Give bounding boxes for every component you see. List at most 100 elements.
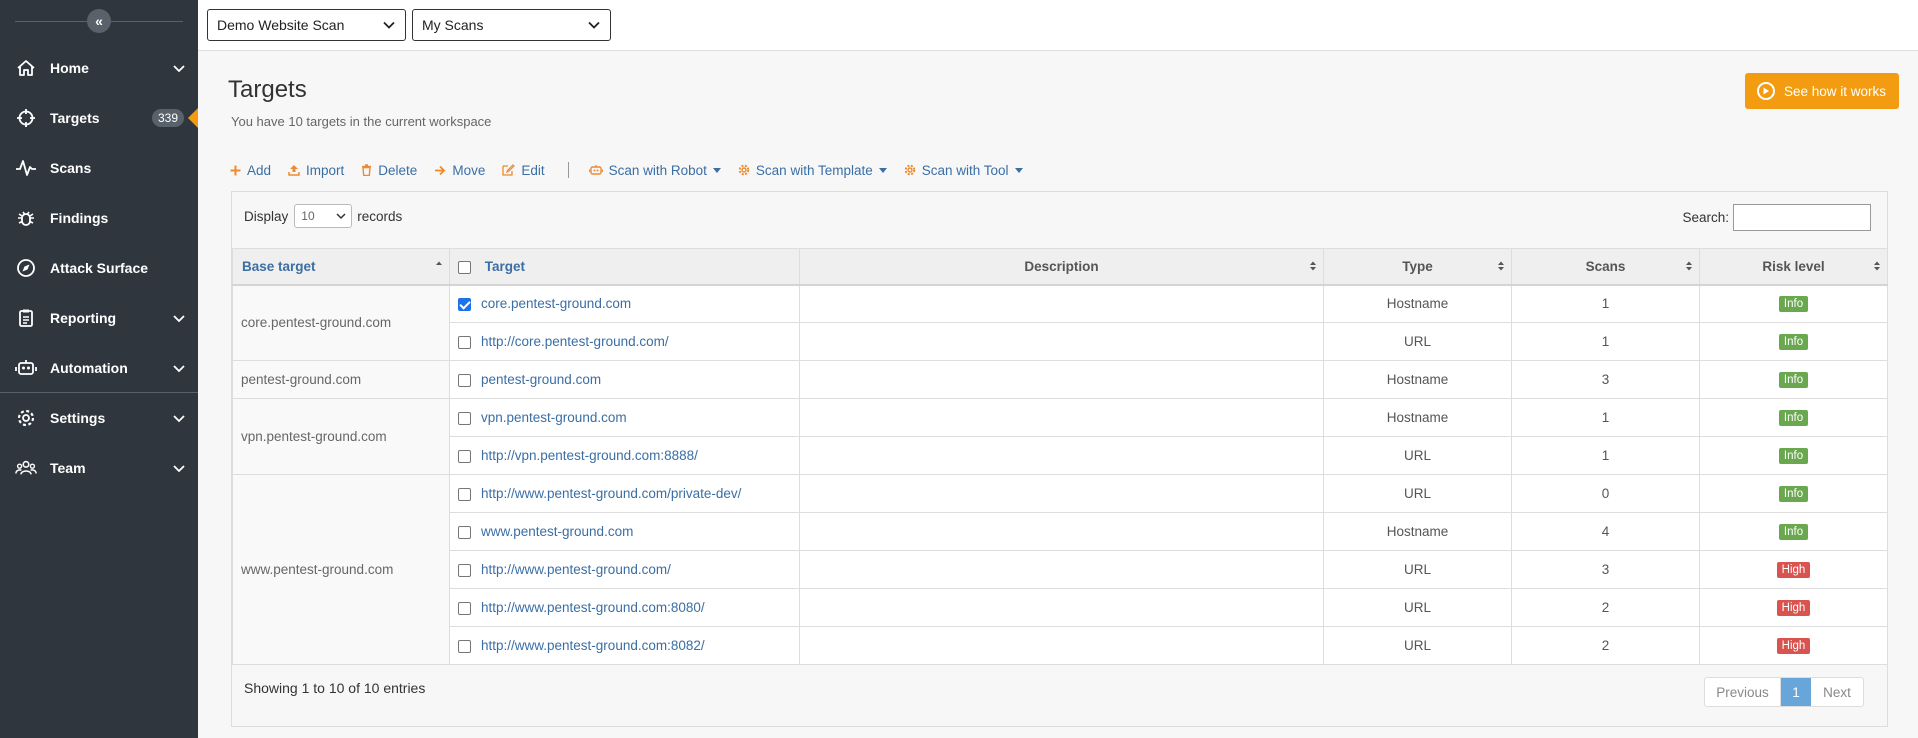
scan-with-template-label: Scan with Template bbox=[755, 162, 873, 178]
page-length-value: 10 bbox=[301, 209, 315, 223]
description-cell bbox=[799, 284, 1324, 323]
sidebar-item-targets[interactable]: Targets 339 bbox=[0, 98, 198, 138]
row-checkbox[interactable] bbox=[458, 298, 471, 312]
row-checkbox[interactable] bbox=[458, 335, 471, 349]
scans-cell: 3 bbox=[1511, 360, 1700, 399]
row-checkbox[interactable] bbox=[458, 487, 471, 501]
sidebar-item-attack-surface[interactable]: Attack Surface bbox=[0, 248, 198, 288]
sidebar-item-automation[interactable]: Automation bbox=[0, 348, 198, 388]
base-target-cell: core.pentest-ground.com bbox=[232, 284, 450, 361]
target-link[interactable]: pentest-ground.com bbox=[481, 372, 601, 387]
table-search: Search: bbox=[1682, 204, 1871, 231]
column-header-scans[interactable]: Scans bbox=[1511, 248, 1700, 286]
target-link[interactable]: http://www.pentest-ground.com:8082/ bbox=[481, 638, 705, 653]
edit-icon bbox=[502, 164, 516, 176]
sidebar-item-findings[interactable]: Findings bbox=[0, 198, 198, 238]
scan-with-robot-dropdown[interactable]: Scan with Robot bbox=[588, 162, 721, 178]
risk-badge: High bbox=[1776, 600, 1811, 616]
sidebar-item-home[interactable]: Home bbox=[0, 48, 198, 88]
targets-table-body: core.pentest-ground.com core.pentest-gro… bbox=[232, 284, 1888, 665]
gear-icon bbox=[738, 164, 750, 176]
description-cell bbox=[799, 436, 1324, 475]
sidebar-item-team[interactable]: Team bbox=[0, 448, 198, 488]
column-header-label: Type bbox=[1402, 258, 1433, 274]
next-page-button[interactable]: Next bbox=[1811, 678, 1863, 706]
target-link[interactable]: http://vpn.pentest-ground.com:8888/ bbox=[481, 448, 698, 463]
target-link[interactable]: http://www.pentest-ground.com:8080/ bbox=[481, 600, 705, 615]
edit-button[interactable]: Edit bbox=[502, 162, 545, 178]
add-button[interactable]: Add bbox=[230, 163, 271, 178]
table-row: vpn.pentest-ground.com vpn.pentest-groun… bbox=[232, 398, 1888, 475]
description-cell bbox=[799, 550, 1324, 589]
select-all-checkbox[interactable] bbox=[458, 260, 471, 274]
risk-badge: Info bbox=[1778, 410, 1809, 426]
target-link[interactable]: core.pentest-ground.com bbox=[481, 296, 631, 311]
chevron-down-icon bbox=[173, 365, 185, 373]
row-checkbox[interactable] bbox=[458, 449, 471, 463]
scan-with-robot-label: Scan with Robot bbox=[608, 162, 707, 178]
see-how-it-works-button[interactable]: See how it works bbox=[1745, 73, 1899, 109]
column-header-label: Base target bbox=[242, 258, 316, 274]
target-link[interactable]: http://core.pentest-ground.com/ bbox=[481, 334, 669, 349]
edit-label: Edit bbox=[521, 162, 545, 178]
column-header-type[interactable]: Type bbox=[1323, 248, 1512, 286]
target-cell: www.pentest-ground.com bbox=[449, 512, 800, 551]
robot-icon bbox=[588, 164, 603, 176]
scan-with-tool-dropdown[interactable]: Scan with Tool bbox=[904, 163, 1023, 178]
sidebar-item-scans[interactable]: Scans bbox=[0, 148, 198, 188]
risk-badge: Info bbox=[1778, 486, 1809, 502]
page-1-button[interactable]: 1 bbox=[1781, 678, 1811, 706]
sort-icon bbox=[1310, 261, 1316, 271]
sidebar-item-label: Scans bbox=[50, 160, 92, 176]
arrow-right-icon bbox=[434, 165, 446, 176]
chevron-down-icon bbox=[173, 65, 185, 73]
upload-icon bbox=[288, 164, 300, 176]
page-length-select[interactable]: 10 bbox=[294, 204, 353, 228]
collapse-sidebar-icon[interactable]: « bbox=[87, 9, 111, 33]
sidebar-item-reporting[interactable]: Reporting bbox=[0, 298, 198, 338]
sort-asc-icon bbox=[436, 261, 442, 265]
column-header-description[interactable]: Description bbox=[799, 248, 1324, 286]
column-header-target[interactable]: Target bbox=[449, 248, 800, 286]
move-button[interactable]: Move bbox=[434, 163, 485, 178]
previous-page-button[interactable]: Previous bbox=[1705, 678, 1781, 706]
row-checkbox[interactable] bbox=[458, 411, 471, 425]
scans-cell: 4 bbox=[1511, 512, 1700, 551]
search-input[interactable] bbox=[1733, 204, 1871, 231]
sidebar-item-label: Settings bbox=[50, 410, 106, 426]
target-link[interactable]: http://www.pentest-ground.com/private-de… bbox=[481, 486, 741, 501]
chevron-down-icon bbox=[383, 21, 395, 29]
table-row: http://www.pentest-ground.com/ URL 3 Hig… bbox=[233, 550, 1888, 589]
column-header-base-target[interactable]: Base target bbox=[232, 248, 450, 286]
target-link[interactable]: www.pentest-ground.com bbox=[481, 524, 633, 539]
type-cell: Hostname bbox=[1323, 360, 1512, 399]
import-label: Import bbox=[306, 162, 345, 178]
target-link[interactable]: vpn.pentest-ground.com bbox=[481, 410, 627, 425]
import-button[interactable]: Import bbox=[288, 163, 344, 178]
activity-icon bbox=[15, 157, 37, 179]
chevron-down-icon bbox=[173, 465, 185, 473]
scan-with-template-dropdown[interactable]: Scan with Template bbox=[738, 163, 887, 178]
target-link[interactable]: http://www.pentest-ground.com/ bbox=[481, 562, 671, 577]
scans-filter-select[interactable]: My Scans bbox=[412, 9, 611, 41]
scans-cell: 1 bbox=[1511, 322, 1700, 361]
column-header-label: Target bbox=[484, 258, 526, 274]
type-cell: URL bbox=[1323, 322, 1512, 361]
delete-label: Delete bbox=[378, 162, 418, 178]
page-title: Targets bbox=[228, 76, 307, 103]
row-checkbox[interactable] bbox=[458, 525, 471, 539]
row-checkbox[interactable] bbox=[458, 639, 471, 653]
column-header-risk-level[interactable]: Risk level bbox=[1699, 248, 1888, 286]
description-cell bbox=[799, 588, 1324, 627]
sidebar-divider bbox=[0, 392, 198, 393]
row-checkbox[interactable] bbox=[458, 373, 471, 387]
row-checkbox[interactable] bbox=[458, 601, 471, 615]
pagination: Previous 1 Next bbox=[1704, 677, 1864, 707]
workspace-select[interactable]: Demo Website Scan bbox=[207, 9, 406, 41]
workspace-select-value: Demo Website Scan bbox=[217, 17, 345, 33]
sidebar-item-settings[interactable]: Settings bbox=[0, 398, 198, 438]
delete-button[interactable]: Delete bbox=[361, 163, 417, 178]
risk-badge: Info bbox=[1778, 448, 1809, 464]
row-checkbox[interactable] bbox=[458, 563, 471, 577]
sort-icon bbox=[1874, 261, 1880, 271]
